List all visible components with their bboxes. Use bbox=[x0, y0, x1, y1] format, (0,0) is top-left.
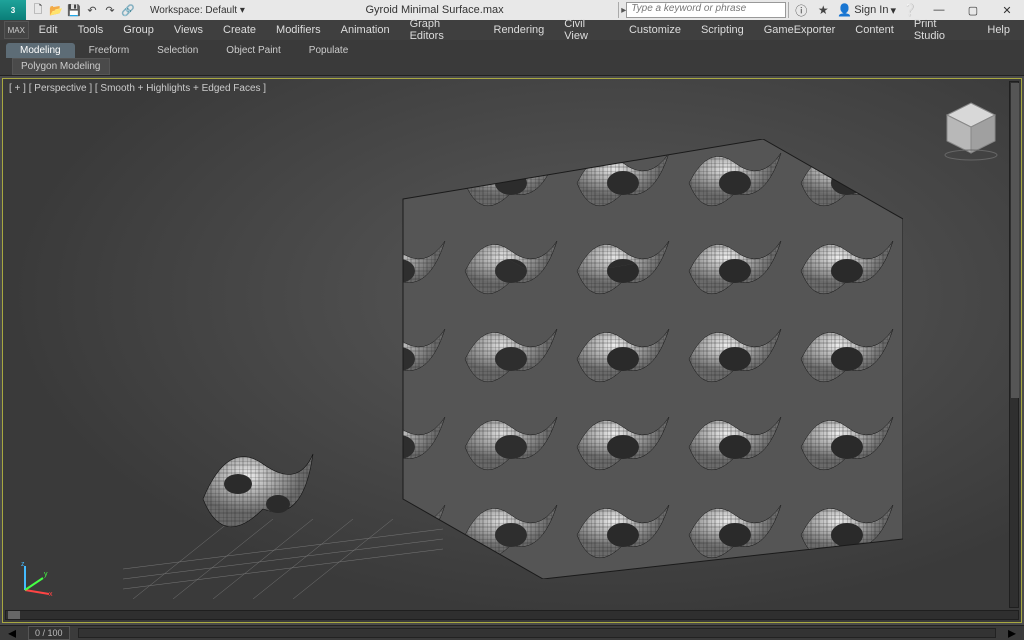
menu-content[interactable]: Content bbox=[845, 22, 904, 38]
workspace-dropdown[interactable]: Workspace: Default ▾ bbox=[144, 4, 251, 17]
svg-text:x: x bbox=[49, 591, 53, 596]
menu-rendering[interactable]: Rendering bbox=[484, 22, 555, 38]
ribbon-panel: Polygon Modeling bbox=[0, 58, 1024, 76]
link-icon[interactable]: 🔗 bbox=[120, 2, 136, 18]
menu-tools[interactable]: Tools bbox=[68, 22, 114, 38]
quick-access-toolbar: 🗋 📂 💾 ↶ ↷ 🔗 bbox=[26, 2, 140, 18]
app-menu-button[interactable]: MAX bbox=[4, 21, 29, 39]
tab-populate[interactable]: Populate bbox=[295, 43, 362, 58]
tab-object-paint[interactable]: Object Paint bbox=[212, 43, 294, 58]
undo-icon[interactable]: ↶ bbox=[84, 2, 100, 18]
gyroid-large-mesh bbox=[343, 139, 903, 579]
menu-group[interactable]: Group bbox=[113, 22, 164, 38]
ribbon-polygon-modeling[interactable]: Polygon Modeling bbox=[12, 58, 110, 75]
menu-gameexporter[interactable]: GameExporter bbox=[754, 22, 846, 38]
viewport-container: [ + ] [ Perspective ] [ Smooth + Highlig… bbox=[0, 76, 1024, 625]
menu-animation[interactable]: Animation bbox=[331, 22, 400, 38]
frame-counter[interactable]: 0 / 100 bbox=[28, 626, 70, 640]
timeline-prev-icon[interactable]: ◂ bbox=[4, 623, 20, 640]
perspective-viewport[interactable]: [ + ] [ Perspective ] [ Smooth + Highlig… bbox=[2, 78, 1022, 623]
menu-graph-editors[interactable]: Graph Editors bbox=[400, 16, 484, 44]
open-icon[interactable]: 📂 bbox=[48, 2, 64, 18]
menu-print-studio[interactable]: Print Studio bbox=[904, 16, 978, 44]
ribbon-tabstrip: Modeling Freeform Selection Object Paint… bbox=[0, 40, 1024, 58]
timeline-next-icon[interactable]: ▸ bbox=[1004, 623, 1020, 640]
tab-selection[interactable]: Selection bbox=[143, 43, 212, 58]
tab-freeform[interactable]: Freeform bbox=[75, 43, 144, 58]
signin-button[interactable]: 👤Sign In ▾ bbox=[837, 3, 896, 17]
time-slider: ◂ 0 / 100 ▸ 0 5 10 15 20 25 30 35 40 45 … bbox=[0, 625, 1024, 640]
viewport-label[interactable]: [ + ] [ Perspective ] [ Smooth + Highlig… bbox=[9, 83, 266, 94]
menu-scripting[interactable]: Scripting bbox=[691, 22, 754, 38]
svg-text:y: y bbox=[44, 571, 48, 578]
axis-gizmo: z x y bbox=[19, 560, 55, 596]
view-cube[interactable] bbox=[939, 97, 1003, 161]
viewport-vscrollbar[interactable] bbox=[1009, 81, 1019, 608]
gyroid-small-mesh bbox=[183, 429, 333, 559]
app-logo[interactable]: 3 bbox=[0, 0, 26, 20]
main-menu-bar: MAX Edit Tools Group Views Create Modifi… bbox=[0, 20, 1024, 40]
menu-modifiers[interactable]: Modifiers bbox=[266, 22, 331, 38]
menu-help[interactable]: Help bbox=[977, 22, 1020, 38]
svg-text:z: z bbox=[21, 561, 25, 568]
menu-edit[interactable]: Edit bbox=[29, 22, 68, 38]
new-icon[interactable]: 🗋 bbox=[30, 2, 46, 18]
time-slider-bar[interactable] bbox=[78, 628, 996, 638]
save-icon[interactable]: 💾 bbox=[66, 2, 82, 18]
star-icon[interactable]: ★ bbox=[815, 2, 831, 18]
menu-civil-view[interactable]: Civil View bbox=[554, 16, 619, 44]
menu-customize[interactable]: Customize bbox=[619, 22, 691, 38]
menu-views[interactable]: Views bbox=[164, 22, 213, 38]
menu-create[interactable]: Create bbox=[213, 22, 266, 38]
viewport-hscrollbar[interactable] bbox=[5, 610, 1019, 620]
title-bar: 3 🗋 📂 💾 ↶ ↷ 🔗 Workspace: Default ▾ Gyroi… bbox=[0, 0, 1024, 20]
tab-modeling[interactable]: Modeling bbox=[6, 43, 75, 58]
document-title: Gyroid Minimal Surface.max bbox=[251, 4, 618, 16]
redo-icon[interactable]: ↷ bbox=[102, 2, 118, 18]
close-button[interactable]: ✕ bbox=[990, 0, 1024, 20]
search-input[interactable]: Type a keyword or phrase bbox=[626, 2, 786, 18]
info-icon[interactable]: ⓘ bbox=[793, 2, 809, 18]
